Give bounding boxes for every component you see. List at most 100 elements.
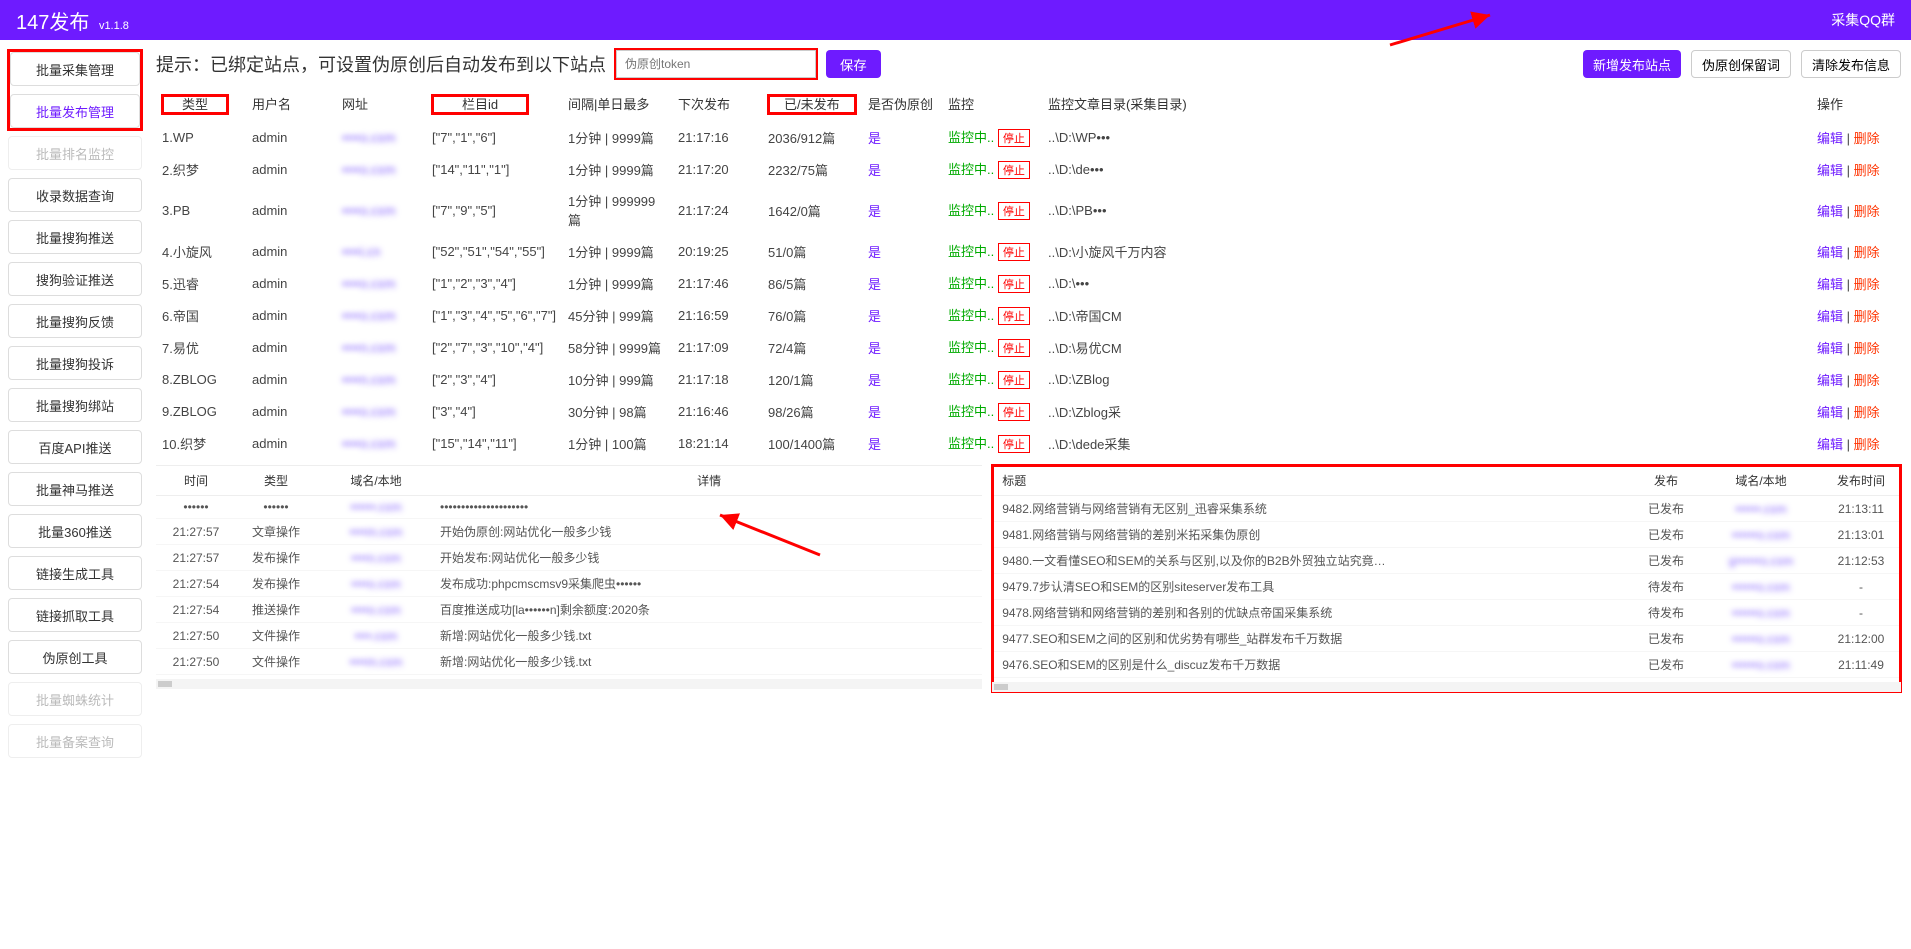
clear-button[interactable]: 清除发布信息	[1801, 50, 1901, 78]
edit-link[interactable]: 编辑	[1817, 405, 1843, 420]
cell-next: 21:17:46	[672, 267, 762, 299]
cell-url[interactable]: ••••o.com	[336, 267, 426, 299]
cell-interval: 1分钟 | 999999篇	[562, 185, 672, 235]
table-row[interactable]: 7.易优admin••••n.com["2","7","3","10","4"]…	[156, 331, 1901, 363]
cell-type: 6.帝国	[156, 299, 246, 331]
stop-button[interactable]: 停止	[998, 307, 1030, 325]
sidebar-item-sogou-complain[interactable]: 批量搜狗投诉	[8, 346, 142, 380]
cell-colid: ["15","14","11"]	[426, 427, 562, 459]
stop-button[interactable]: 停止	[998, 403, 1030, 421]
delete-link[interactable]: 删除	[1854, 373, 1880, 388]
table-row[interactable]: 5.迅睿admin••••o.com["1","2","3","4"]1分钟 |…	[156, 267, 1901, 299]
cell-type: 4.小旋风	[156, 235, 246, 267]
ll-col-detail: 详情	[436, 466, 982, 496]
cell-dir: ..\D:\PB•••	[1042, 185, 1811, 235]
edit-link[interactable]: 编辑	[1817, 341, 1843, 356]
sidebar-item-link-crawl[interactable]: 链接抓取工具	[8, 598, 142, 632]
sidebar-item-baidu-api[interactable]: 百度API推送	[8, 430, 142, 464]
sidebar-item-beian-query[interactable]: 批量备案查询	[8, 724, 142, 758]
table-row[interactable]: 1.WPadmin••••o.com["7","1","6"]1分钟 | 999…	[156, 121, 1901, 153]
cell-monitor: 监控中.. 停止	[942, 185, 1042, 235]
qq-group-link[interactable]: 采集QQ群	[1831, 10, 1895, 30]
cell-interval: 1分钟 | 9999篇	[562, 153, 672, 185]
delete-link[interactable]: 删除	[1854, 204, 1880, 219]
preserve-button[interactable]: 伪原创保留词	[1691, 50, 1791, 78]
cell-colid: ["1","2","3","4"]	[426, 267, 562, 299]
cell-user: admin	[246, 395, 336, 427]
stop-button[interactable]: 停止	[998, 371, 1030, 389]
table-row[interactable]: 6.帝国admin••••o.com["1","3","4","5","6","…	[156, 299, 1901, 331]
delete-link[interactable]: 删除	[1854, 163, 1880, 178]
log-right-pane: 标题 发布 域名/本地 发布时间 9482.网络营销与网络营销有无区别_迅睿采集…	[992, 465, 1901, 692]
sidebar-item-batch-collect[interactable]: 批量采集管理	[10, 52, 140, 86]
cell-url[interactable]: ••••n.com	[336, 331, 426, 363]
sidebar-item-sogou-bind[interactable]: 批量搜狗绑站	[8, 388, 142, 422]
cell-url[interactable]: ••••o.com	[336, 153, 426, 185]
edit-link[interactable]: 编辑	[1817, 309, 1843, 324]
sidebar-item-sogou-push[interactable]: 批量搜狗推送	[8, 220, 142, 254]
table-row[interactable]: 8.ZBLOGadmin••••n.com["2","3","4"]10分钟 |…	[156, 363, 1901, 395]
cell-url[interactable]: ••••o.com	[336, 121, 426, 153]
stop-button[interactable]: 停止	[998, 339, 1030, 357]
lr-col-pub: 发布	[1631, 466, 1701, 496]
edit-link[interactable]: 编辑	[1817, 131, 1843, 146]
table-row[interactable]: 3.PBadmin••••o.com["7","9","5"]1分钟 | 999…	[156, 185, 1901, 235]
sidebar-item-spider-stat[interactable]: 批量蜘蛛统计	[8, 682, 142, 716]
stop-button[interactable]: 停止	[998, 129, 1030, 147]
cell-user: admin	[246, 267, 336, 299]
stop-button[interactable]: 停止	[998, 243, 1030, 261]
log-left-scrollbar[interactable]	[156, 679, 982, 689]
sidebar-item-360-push[interactable]: 批量360推送	[8, 514, 142, 548]
table-row[interactable]: 4.小旋风admin••••i.cn["52","51","54","55"]1…	[156, 235, 1901, 267]
delete-link[interactable]: 删除	[1854, 277, 1880, 292]
sidebar-item-pseudo-tool[interactable]: 伪原创工具	[8, 640, 142, 674]
cell-user: admin	[246, 235, 336, 267]
edit-link[interactable]: 编辑	[1817, 163, 1843, 178]
cell-monitor: 监控中.. 停止	[942, 121, 1042, 153]
stop-button[interactable]: 停止	[998, 202, 1030, 220]
sidebar-item-link-gen[interactable]: 链接生成工具	[8, 556, 142, 590]
cell-url[interactable]: ••••o.com	[336, 427, 426, 459]
cell-interval: 1分钟 | 100篇	[562, 427, 672, 459]
delete-link[interactable]: 删除	[1854, 405, 1880, 420]
log-left-table: 时间 类型 域名/本地 详情 ••••••••••••••••••.com•••…	[156, 466, 982, 675]
cell-url[interactable]: ••••i.cn	[336, 235, 426, 267]
table-row[interactable]: 2.织梦admin••••o.com["14","11","1"]1分钟 | 9…	[156, 153, 1901, 185]
edit-link[interactable]: 编辑	[1817, 277, 1843, 292]
sidebar-item-shenma-push[interactable]: 批量神马推送	[8, 472, 142, 506]
cell-url[interactable]: ••••n.com	[336, 363, 426, 395]
edit-link[interactable]: 编辑	[1817, 373, 1843, 388]
delete-link[interactable]: 删除	[1854, 245, 1880, 260]
sidebar-item-batch-publish[interactable]: 批量发布管理	[10, 94, 140, 128]
cell-type: 2.织梦	[156, 153, 246, 185]
cell-url[interactable]: ••••o.com	[336, 299, 426, 331]
edit-link[interactable]: 编辑	[1817, 437, 1843, 452]
sidebar-item-index-query[interactable]: 收录数据查询	[8, 178, 142, 212]
cell-url[interactable]: ••••o.com	[336, 185, 426, 235]
save-button[interactable]: 保存	[826, 50, 881, 78]
delete-link[interactable]: 删除	[1854, 341, 1880, 356]
stop-button[interactable]: 停止	[998, 161, 1030, 179]
edit-link[interactable]: 编辑	[1817, 245, 1843, 260]
stop-button[interactable]: 停止	[998, 435, 1030, 453]
cell-colid: ["7","9","5"]	[426, 185, 562, 235]
log-row: 21:27:54发布操作••••o.com发布成功:phpcmscmsv9采集爬…	[156, 571, 982, 597]
tip-text: 提示：已绑定站点，可设置伪原创后自动发布到以下站点	[156, 51, 606, 77]
table-row[interactable]: 10.织梦admin••••o.com["15","14","11"]1分钟 |…	[156, 427, 1901, 459]
cell-url[interactable]: ••••o.com	[336, 395, 426, 427]
delete-link[interactable]: 删除	[1854, 131, 1880, 146]
sidebar-item-rank-monitor[interactable]: 批量排名监控	[8, 136, 142, 170]
cell-fake: 是	[862, 427, 942, 459]
edit-link[interactable]: 编辑	[1817, 204, 1843, 219]
lr-col-time: 发布时间	[1821, 466, 1901, 496]
token-input[interactable]	[616, 50, 816, 78]
sidebar-item-sogou-verify[interactable]: 搜狗验证推送	[8, 262, 142, 296]
table-row[interactable]: 9.ZBLOGadmin••••o.com["3","4"]30分钟 | 98篇…	[156, 395, 1901, 427]
add-site-button[interactable]: 新增发布站点	[1583, 50, 1681, 78]
log-right-scrollbar[interactable]	[992, 682, 1901, 692]
sidebar-item-sogou-feedback[interactable]: 批量搜狗反馈	[8, 304, 142, 338]
delete-link[interactable]: 删除	[1854, 437, 1880, 452]
stop-button[interactable]: 停止	[998, 275, 1030, 293]
delete-link[interactable]: 删除	[1854, 309, 1880, 324]
cell-pub: 98/26篇	[762, 395, 862, 427]
